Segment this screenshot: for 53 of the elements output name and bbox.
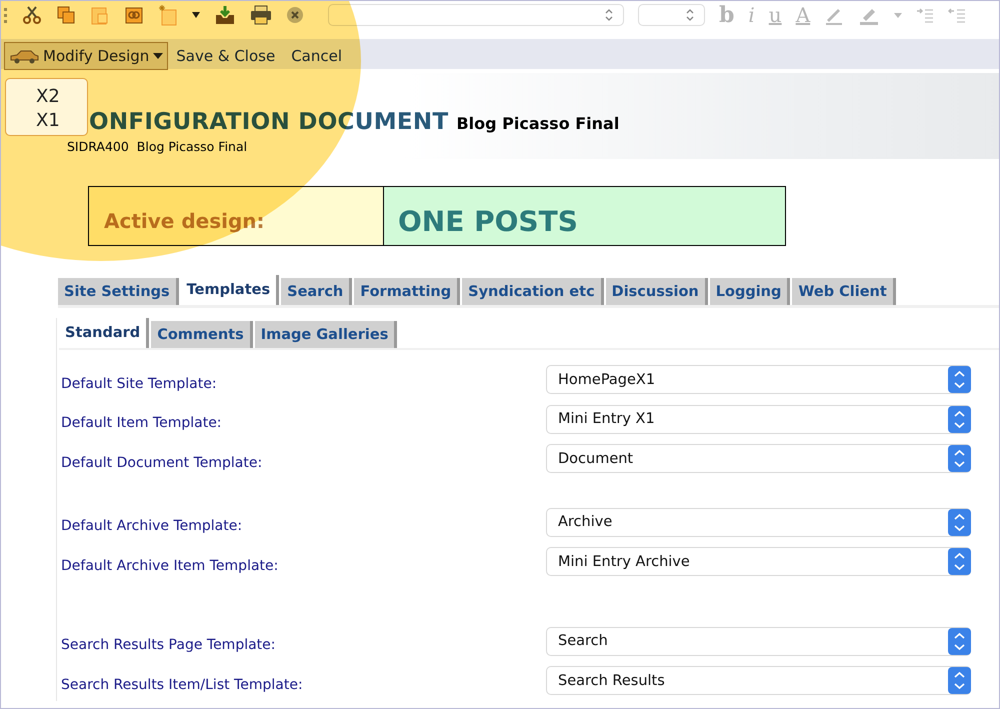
spinner-icon [948, 366, 971, 394]
scissors-icon[interactable] [22, 5, 42, 25]
field-label: Default Item Template: [61, 414, 223, 432]
tab[interactable]: Discussion [606, 278, 708, 305]
grip-icon [4, 7, 8, 23]
tab[interactable]: Site Settings [58, 278, 179, 305]
paste-icon[interactable] [90, 5, 110, 25]
field-label: Default Site Template: [61, 374, 218, 392]
select-field[interactable]: Search Results [546, 666, 971, 696]
tab[interactable]: Comments [151, 321, 253, 348]
tab[interactable]: Web Client [792, 278, 896, 305]
action-button[interactable]: Save & Close [168, 47, 284, 65]
field-label: Default Archive Item Template: [61, 556, 280, 574]
field-label: Default Document Template: [61, 454, 264, 471]
spinner-icon [948, 406, 971, 433]
caret-icon[interactable] [192, 12, 200, 18]
download-tray-icon[interactable] [214, 5, 236, 25]
menu-item[interactable]: X2 [36, 85, 87, 109]
field-label: Search Results Item/List Template: [61, 676, 304, 693]
spinner-icon [948, 508, 971, 536]
close-icon[interactable] [286, 6, 304, 24]
spinner-icon [948, 548, 971, 576]
spinner-icon [948, 445, 971, 472]
outdent-icon[interactable] [948, 7, 966, 23]
printer-icon[interactable] [250, 5, 272, 25]
car-icon [9, 48, 39, 64]
select-field[interactable]: Search [546, 626, 971, 656]
active-design-label: Active design: [89, 187, 384, 245]
active-design-value: ONE POSTS [384, 187, 785, 245]
spinner-icon [948, 628, 971, 655]
modify-design-button[interactable]: Modify Design [4, 42, 168, 70]
spinner-icon [948, 667, 971, 694]
select-field[interactable]: Document [546, 444, 971, 474]
new-document-icon[interactable] [158, 4, 178, 26]
select-field[interactable]: Mini Entry Archive [546, 547, 971, 576]
select-field[interactable]: HomePageX1 [546, 365, 971, 394]
action-button[interactable]: Cancel [283, 47, 350, 65]
document-name: Blog Picasso Final [456, 114, 620, 133]
field-label: Default Archive Template: [61, 517, 244, 534]
tab[interactable]: Syndication etc [462, 278, 604, 305]
copy-icon[interactable] [56, 5, 76, 25]
document-subtitle: SIDRA400 Blog Picasso Final [67, 139, 248, 154]
select-field[interactable]: Archive [546, 508, 971, 537]
tab[interactable]: Image Galleries [254, 321, 398, 348]
link-icon[interactable] [124, 5, 144, 25]
indent-icon[interactable] [916, 7, 934, 23]
field-label: Search Results Page Template: [61, 636, 276, 654]
tab[interactable]: Search [281, 278, 352, 305]
select-field[interactable]: Mini Entry X1 [546, 404, 971, 434]
tab[interactable]: Formatting [354, 278, 460, 305]
tab[interactable]: Logging [710, 278, 790, 305]
caret-icon [153, 53, 164, 59]
menu-item[interactable]: X1 [36, 109, 87, 133]
